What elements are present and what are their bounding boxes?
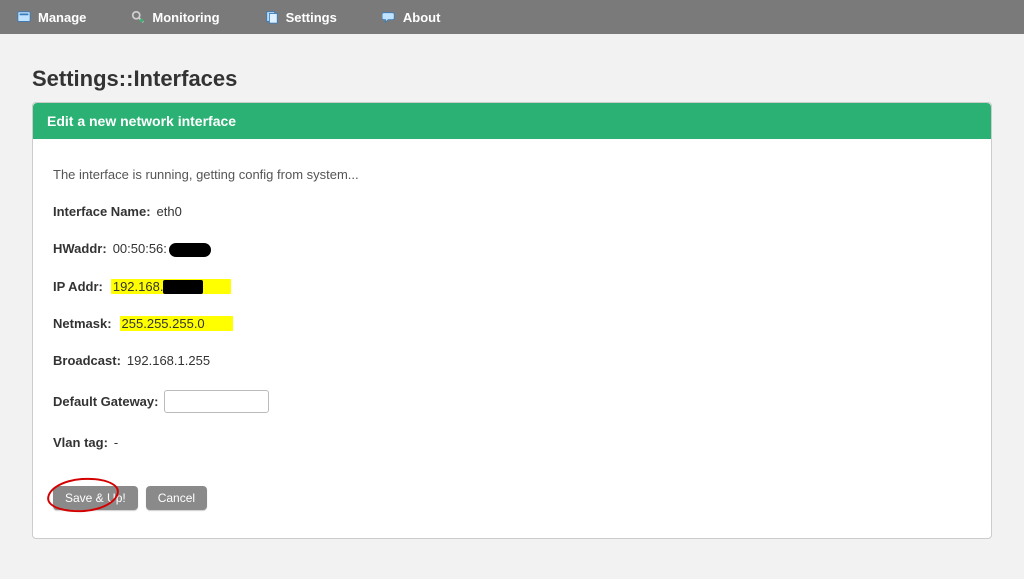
row-ipaddr: IP Addr: 192.168. (53, 279, 971, 295)
button-row: Save & Up! Cancel (53, 486, 971, 510)
hwaddr-redacted-icon (169, 243, 211, 257)
row-netmask: Netmask: 255.255.255.0 (53, 316, 971, 331)
nav-manage[interactable]: Manage (8, 5, 94, 29)
interface-edit-panel: Edit a new network interface The interfa… (32, 102, 992, 539)
nav-monitoring-label: Monitoring (152, 10, 219, 25)
netmask-label: Netmask: (53, 316, 112, 331)
hwaddr-value: 00:50:56: (113, 241, 211, 257)
interface-name-value: eth0 (157, 204, 182, 219)
interface-name-label: Interface Name: (53, 204, 151, 219)
row-gateway: Default Gateway: (53, 390, 971, 413)
nav-manage-label: Manage (38, 10, 86, 25)
vlan-value: - (114, 435, 118, 450)
row-hwaddr: HWaddr: 00:50:56: (53, 241, 971, 257)
row-broadcast: Broadcast: 192.168.1.255 (53, 353, 971, 368)
broadcast-value: 192.168.1.255 (127, 353, 210, 368)
cancel-button[interactable]: Cancel (146, 486, 207, 510)
save-up-button[interactable]: Save & Up! (53, 486, 138, 510)
row-interface-name: Interface Name: eth0 (53, 204, 971, 219)
hwaddr-prefix: 00:50:56: (113, 241, 167, 256)
vlan-label: Vlan tag: (53, 435, 108, 450)
panel-body: The interface is running, getting config… (33, 139, 991, 538)
nav-about[interactable]: About (373, 5, 449, 29)
ipaddr-value: 192.168. (111, 279, 232, 295)
panel-header: Edit a new network interface (33, 103, 991, 139)
status-message: The interface is running, getting config… (53, 167, 971, 182)
settings-icon (264, 9, 280, 25)
netmask-value: 255.255.255.0 (120, 316, 233, 331)
nav-settings[interactable]: Settings (256, 5, 345, 29)
manage-icon (16, 9, 32, 25)
nav-about-label: About (403, 10, 441, 25)
ipaddr-prefix: 192.168. (113, 279, 164, 294)
page-title: Settings::Interfaces (32, 66, 992, 92)
ipaddr-redacted-icon (163, 280, 203, 294)
gateway-input[interactable] (164, 390, 269, 413)
ipaddr-label: IP Addr: (53, 279, 103, 294)
nav-monitoring[interactable]: Monitoring (122, 5, 227, 29)
top-navbar: Manage Monitoring Settings About (0, 0, 1024, 34)
about-icon (381, 9, 397, 25)
monitoring-icon (130, 9, 146, 25)
row-vlan: Vlan tag: - (53, 435, 971, 450)
hwaddr-label: HWaddr: (53, 241, 107, 256)
broadcast-label: Broadcast: (53, 353, 121, 368)
nav-settings-label: Settings (286, 10, 337, 25)
gateway-label: Default Gateway: (53, 394, 158, 409)
